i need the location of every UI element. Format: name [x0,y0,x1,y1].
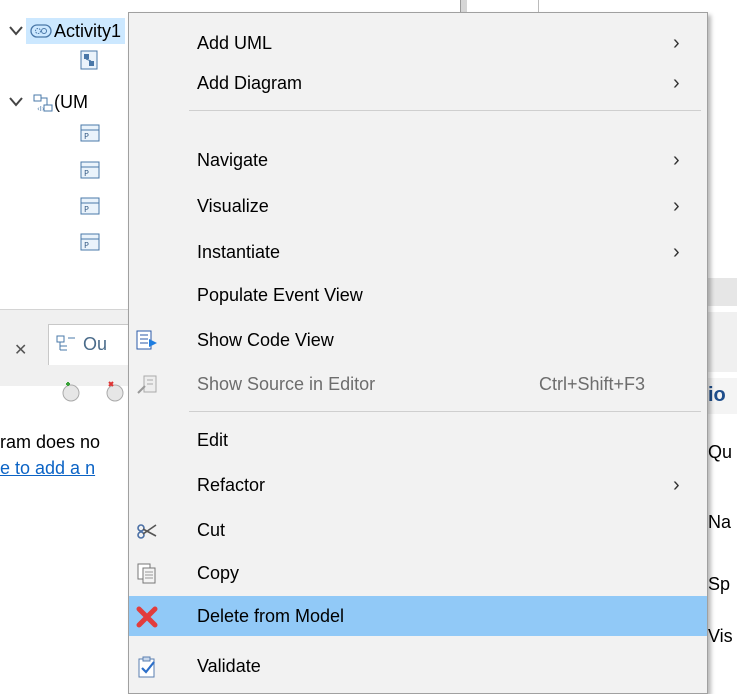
menu-item-instantiate[interactable]: Instantiate › [129,232,707,272]
context-menu: Add UML › Add Diagram › Navigate › Visua… [128,12,708,694]
add-icon[interactable] [60,380,82,407]
menu-item-validate[interactable]: Validate [129,646,707,686]
menu-item-cut[interactable]: Cut [129,510,707,550]
menu-item-label: Add UML [197,33,273,53]
info-text: ram does no [0,432,101,452]
remove-icon[interactable] [104,380,126,407]
add-link[interactable]: e to add a n [0,458,95,479]
menu-item-visualize[interactable]: Visualize › [129,186,707,226]
properties-tabbar [706,312,737,372]
close-icon[interactable]: ✕ [14,340,27,360]
properties-heading: io [708,384,726,406]
property-icon: P [80,123,100,148]
tab-outline[interactable]: Ou [48,324,132,365]
menu-item-show-code-view[interactable]: Show Code View [129,320,707,360]
property-label-qualified: Qu [708,442,733,462]
package-icon: ‹I› [32,93,53,113]
menu-item-refactor[interactable]: Refactor › [129,465,707,505]
menu-separator [189,110,701,111]
cut-icon [135,519,159,543]
menu-item-label: Navigate [197,150,269,170]
diagram-icon [80,50,98,75]
submenu-arrow-icon: › [673,195,680,217]
tab-outline-label: Ou [83,334,108,354]
menu-item-navigate[interactable]: Navigate › [129,140,707,180]
svg-text:P: P [84,241,89,250]
submenu-arrow-icon: › [673,241,680,263]
svg-text:P: P [84,132,89,141]
copy-icon [135,562,159,586]
menu-item-label: Visualize [197,196,269,216]
property-icon: P [80,232,100,257]
menu-item-label: Cut [197,520,226,540]
panel-header-bar [706,278,737,306]
property-label-visibility: Vis [708,626,733,646]
tree-row-activity[interactable]: Activity1 [6,18,126,44]
svg-text:P: P [84,205,89,214]
tree-row-package[interactable]: ‹I› (UM [6,89,88,115]
menu-separator [189,411,701,412]
delete-icon [135,605,159,629]
menu-item-copy[interactable]: Copy [129,553,707,593]
menu-item-shortcut: Ctrl+Shift+F3 [539,374,646,394]
menu-item-label: Instantiate [197,242,281,262]
outline-icon [55,334,77,359]
chevron-down-icon[interactable] [6,21,26,41]
menu-item-label: Populate Event View [197,285,363,305]
menu-item-label: Edit [197,430,229,450]
validate-icon [135,655,159,679]
activity-label: Activity1 [54,20,122,41]
property-icon: P [80,160,100,185]
submenu-arrow-icon: › [673,32,680,54]
menu-item-label: Show Source in Editor [197,374,376,394]
submenu-arrow-icon: › [673,149,680,171]
svg-text:P: P [84,169,89,178]
menu-item-show-source-in-editor[interactable]: Show Source in Editor Ctrl+Shift+F3 [129,364,707,404]
activity-icon [30,22,52,40]
menu-item-edit[interactable]: Edit [129,420,707,460]
source-editor-icon [135,373,159,397]
submenu-arrow-icon: › [673,474,680,496]
menu-item-label: Validate [197,656,261,676]
menu-item-label: Copy [197,563,240,583]
svg-text:‹I›: ‹I› [37,105,45,113]
menu-item-label: Add Diagram [197,73,303,93]
property-icon: P [80,196,100,221]
menu-item-add-uml[interactable]: Add UML › [129,23,707,63]
chevron-down-icon[interactable] [6,92,26,112]
menu-item-label: Show Code View [197,330,334,350]
menu-item-add-diagram[interactable]: Add Diagram › [129,63,707,103]
submenu-arrow-icon: › [673,72,680,94]
tree-selection: Activity1 [26,18,126,44]
menu-item-label: Refactor [197,475,266,495]
menu-item-populate-event-view[interactable]: Populate Event View [129,275,707,315]
property-label-spec: Sp [708,574,731,594]
menu-item-label: Delete from Model [197,606,345,626]
package-label: (UM [54,91,88,112]
menu-item-delete-from-model[interactable]: Delete from Model [129,596,707,636]
code-view-icon [135,329,159,353]
property-label-name: Na [708,512,732,532]
